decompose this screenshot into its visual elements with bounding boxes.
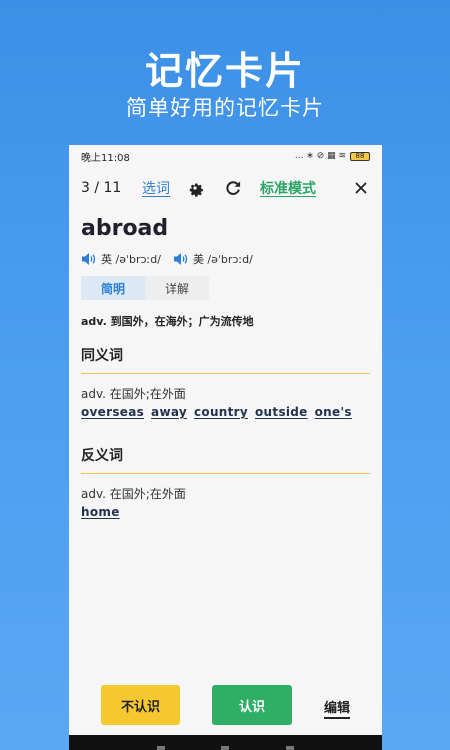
edit-underline	[324, 717, 350, 719]
phone-screen: 晚上11:08 ... ∗ ⊘ ▦ ≋ 88 3 / 11 选词 标准模式 ab…	[69, 145, 382, 750]
hero-title: 记忆卡片	[144, 49, 305, 93]
antonyms-definition: adv. 在国外;在外面	[81, 487, 186, 501]
status-indicators: ... ∗ ⊘ ▦ ≋	[294, 151, 346, 161]
status-bar: 晚上11:08 ... ∗ ⊘ ▦ ≋ 88	[69, 145, 382, 167]
hero-subtitle: 简单好用的记忆卡片	[126, 96, 324, 120]
brief-definition: adv. 到国外，在海外；广为流传地	[81, 315, 254, 328]
pronunciation-uk[interactable]: 英 /əˈbrɔːd/	[81, 251, 161, 267]
synonyms-title: 同义词	[81, 348, 123, 364]
edit-button[interactable]: 编辑	[324, 697, 350, 716]
nav-menu-icon[interactable]	[157, 746, 165, 750]
nav-home-icon[interactable]	[221, 746, 229, 750]
synonym-link[interactable]: outside	[255, 405, 308, 419]
select-word-link[interactable]: 选词	[142, 178, 170, 198]
synonyms-divider	[81, 373, 370, 374]
antonyms-divider	[81, 473, 370, 474]
dont-know-button[interactable]: 不认识	[101, 685, 180, 725]
refresh-icon[interactable]	[223, 178, 243, 198]
synonym-link[interactable]: overseas	[81, 405, 144, 419]
card-counter: 3 / 11	[81, 180, 122, 196]
antonyms-title: 反义词	[81, 448, 123, 464]
word-title: abroad	[81, 216, 169, 241]
battery-icon: 88	[350, 151, 370, 161]
pronunciation-row: 英 /əˈbrɔːd/ 美 /əˈbrɔːd/	[81, 251, 265, 267]
antonyms-list: home	[81, 505, 120, 519]
pronunciation-uk-label: 英 /əˈbrɔːd/	[101, 253, 161, 266]
know-button[interactable]: 认识	[212, 685, 292, 725]
synonym-link[interactable]: country	[194, 405, 248, 419]
tab-brief[interactable]: 简明	[81, 276, 145, 300]
synonym-link[interactable]: one's	[315, 405, 352, 419]
speaker-icon[interactable]	[173, 252, 189, 266]
definition-tabs: 简明 详解	[81, 276, 209, 300]
pronunciation-us-label: 美 /əˈbrɔːd/	[192, 253, 253, 266]
synonym-link[interactable]: away	[151, 405, 187, 419]
nav-back-icon[interactable]	[286, 746, 294, 750]
antonym-link[interactable]: home	[81, 505, 120, 519]
speaker-icon[interactable]	[81, 252, 97, 266]
tab-detailed[interactable]: 详解	[145, 276, 209, 300]
mode-switch-link[interactable]: 标准模式	[260, 178, 316, 198]
close-icon[interactable]	[351, 178, 371, 198]
toolbar: 3 / 11 选词 标准模式	[69, 176, 382, 200]
status-icons: ... ∗ ⊘ ▦ ≋ 88	[295, 151, 370, 161]
synonyms-definition: adv. 在国外;在外面	[81, 387, 186, 401]
gear-icon[interactable]	[185, 178, 205, 198]
status-time: 晚上11:08	[81, 152, 130, 164]
synonyms-list: overseas away country outside one's	[81, 405, 352, 419]
system-nav-bar	[69, 735, 382, 750]
pronunciation-us[interactable]: 美 /əˈbrɔːd/	[173, 251, 253, 267]
